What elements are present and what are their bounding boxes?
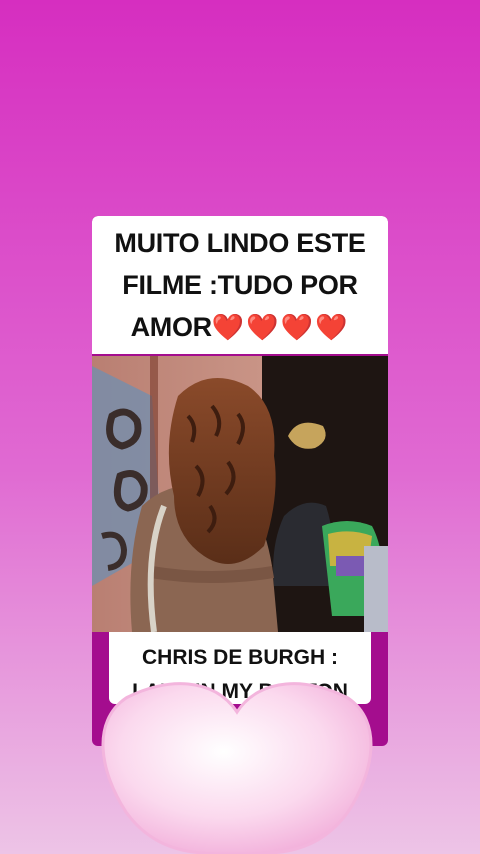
title-box: MUITO LINDO ESTE FILME :TUDO POR AMOR❤️❤… bbox=[92, 216, 388, 354]
red-heart-emoji-icon: ❤️❤️❤️❤️ bbox=[211, 312, 350, 342]
post-title: MUITO LINDO ESTE FILME :TUDO POR AMOR❤️❤… bbox=[99, 222, 381, 348]
movie-scene-image bbox=[92, 356, 388, 632]
heart-icon[interactable] bbox=[96, 672, 378, 854]
video-frame[interactable] bbox=[92, 356, 388, 632]
song-caption-line1: CHRIS DE BURGH : bbox=[141, 646, 338, 669]
video-post-card[interactable]: MUITO LINDO ESTE FILME :TUDO POR AMOR❤️❤… bbox=[92, 216, 388, 746]
